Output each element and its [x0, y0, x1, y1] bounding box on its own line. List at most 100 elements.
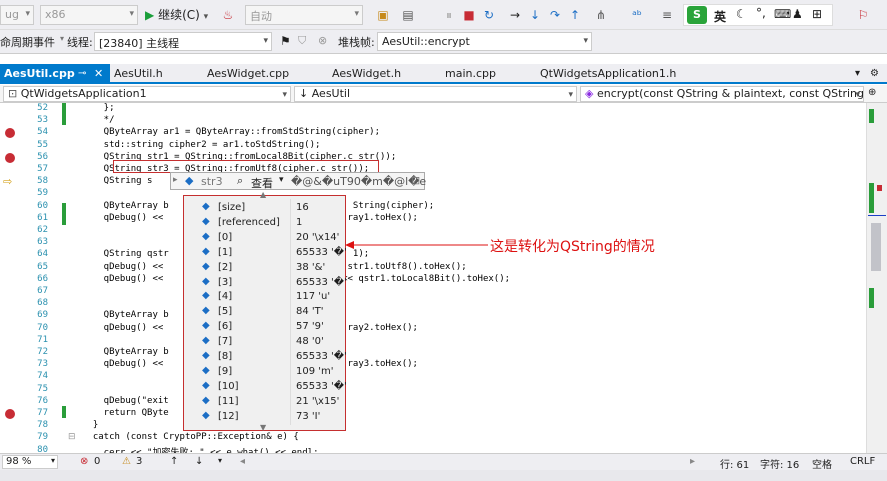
- scroll-down-icon[interactable]: ▼: [260, 423, 266, 432]
- auto-combo[interactable]: 自动 ▾: [245, 5, 363, 25]
- window-icon[interactable]: ▤: [400, 6, 416, 24]
- stack-frame-combo[interactable]: AesUtil::encrypt ▾: [377, 32, 592, 51]
- breakpoint-icon[interactable]: [5, 409, 15, 419]
- thread-combo[interactable]: [23840] 主线程 ▾: [94, 32, 272, 51]
- moon-icon[interactable]: ☾: [736, 7, 747, 21]
- hex-icon[interactable]: ⋔: [594, 6, 608, 24]
- lifecycle-label[interactable]: 命周期事件: [0, 34, 55, 50]
- editor-status-bar: 98 % ▾ ⊗ 0 ⚠ 3 ↑ ↓ ▾ ◂ ▸ 行: 61 字符: 16 空格 …: [0, 453, 887, 471]
- search-icon[interactable]: ⌕: [237, 174, 243, 188]
- feedback-icon[interactable]: ⚐: [855, 6, 871, 24]
- scope-combo[interactable]: ↓ AesUtil ▾: [294, 86, 577, 102]
- thread-label: 线程:: [67, 36, 93, 49]
- warning-icon[interactable]: ⚠: [122, 456, 131, 467]
- scroll-thumb[interactable]: [871, 223, 881, 271]
- tab-qtwidgetsapplication1-h[interactable]: QtWidgetsApplication1.h: [540, 64, 676, 84]
- fold-icon[interactable]: ⊟: [68, 432, 76, 442]
- folder-icon[interactable]: ▣: [375, 6, 391, 24]
- code-line[interactable]: */: [82, 115, 115, 125]
- settings-icon[interactable]: ⚙: [870, 64, 879, 84]
- comment-icon[interactable]: ≡: [660, 6, 674, 24]
- scroll-marker: [869, 288, 874, 308]
- pin-icon[interactable]: ⊸: [78, 64, 86, 83]
- step-into-icon[interactable]: ↓: [528, 6, 542, 24]
- tab-aeswidget-h[interactable]: AesWidget.h: [332, 64, 401, 84]
- restart-icon[interactable]: ↻: [482, 6, 496, 24]
- user-icon[interactable]: ♟: [792, 7, 803, 21]
- play-icon: ▶: [145, 8, 155, 22]
- field-icon: ◆: [202, 305, 210, 317]
- chevron-down-icon: ▾: [282, 90, 287, 100]
- code-line[interactable]: qDebug("exit: [82, 396, 169, 406]
- tab-aesutil-cpp[interactable]: AesUtil.cpp ⊸ ✕: [0, 64, 110, 84]
- chevron-down-icon[interactable]: ▾: [60, 34, 64, 43]
- platform-combo[interactable]: x86 ▾: [40, 5, 138, 25]
- scroll-left-icon[interactable]: ◂: [240, 456, 245, 467]
- code-line[interactable]: cerr << "加密失败: " << e.what() << endl;: [82, 445, 319, 453]
- tab-aesutil-h[interactable]: AesUtil.h: [114, 64, 163, 84]
- tab-aeswidget-cpp[interactable]: AesWidget.cpp: [207, 64, 289, 84]
- code-line[interactable]: return QByte: [82, 408, 169, 418]
- config-combo[interactable]: ug ▾: [0, 5, 34, 25]
- code-line[interactable]: QByteArray b: [82, 310, 169, 320]
- punctuation-icon[interactable]: °,: [756, 6, 766, 20]
- step-over-icon[interactable]: ↷: [548, 6, 562, 24]
- datatip-row-value: 65533 '�': [296, 351, 347, 362]
- field-icon: ◆: [202, 409, 210, 421]
- continue-button[interactable]: ▶ 继续(C) ▾: [145, 6, 225, 24]
- split-icon[interactable]: ⊕: [868, 87, 876, 98]
- pin-icon[interactable]: ⊡: [411, 174, 420, 187]
- scroll-up-icon[interactable]: ▲: [260, 190, 266, 199]
- breakpoint-icon[interactable]: [5, 152, 15, 163]
- code-line[interactable]: };: [82, 103, 115, 113]
- zoom-combo[interactable]: 98 % ▾: [2, 455, 58, 469]
- abc-icon[interactable]: ᵃᵇ: [630, 6, 644, 24]
- tab-main-cpp[interactable]: main.cpp: [445, 64, 496, 84]
- expand-icon[interactable]: ▸: [173, 175, 178, 185]
- whitespace-mode[interactable]: 空格: [812, 456, 832, 471]
- datatip-row-name: [referenced]: [218, 216, 280, 228]
- member-combo[interactable]: ◈ encrypt(const QString & plaintext, con…: [580, 86, 864, 102]
- code-line[interactable]: }: [82, 420, 98, 430]
- close-icon[interactable]: ✕: [94, 64, 103, 83]
- stop-icon[interactable]: ■: [462, 6, 476, 24]
- step-out-icon[interactable]: ↑: [568, 6, 582, 24]
- line-number: 61: [37, 212, 48, 223]
- thread-toggle-icon[interactable]: ⊗: [318, 34, 327, 47]
- line-number: 66: [37, 273, 48, 284]
- ime-logo[interactable]: S: [687, 6, 707, 24]
- chevron-down-icon[interactable]: ▾: [279, 175, 284, 185]
- grid-icon[interactable]: ⊞: [812, 7, 822, 21]
- continue-label: 继续(C): [158, 8, 200, 22]
- project-combo[interactable]: ⊡ QtWidgetsApplication1 ▾: [3, 86, 291, 102]
- view-button[interactable]: 查看: [251, 175, 273, 191]
- pause-icon[interactable]: ⏸: [442, 6, 456, 24]
- vertical-scrollbar[interactable]: [866, 103, 887, 453]
- chevron-down-icon[interactable]: ▾: [218, 456, 222, 465]
- datatip-row-value: 48 '0': [296, 336, 324, 348]
- show-next-icon[interactable]: →: [508, 6, 522, 24]
- error-icon[interactable]: ⊗: [80, 456, 88, 467]
- tab-list-icon[interactable]: ▾: [855, 64, 860, 84]
- chevron-down-icon: ▾: [129, 9, 134, 19]
- scroll-right-icon[interactable]: ▸: [690, 456, 695, 467]
- ime-lang[interactable]: 英: [714, 8, 726, 25]
- flag-icon[interactable]: ⚑: [280, 34, 291, 48]
- line-ending[interactable]: CRLF: [850, 456, 875, 467]
- next-issue-icon[interactable]: ↓: [195, 456, 203, 467]
- code-line[interactable]: std::string cipher2 = ar1.toStdString();: [82, 140, 321, 150]
- keyboard-icon[interactable]: ⌨: [774, 7, 791, 21]
- breakpoint-icon[interactable]: [5, 128, 15, 139]
- code-line[interactable]: QByteArray ar1 = QByteArray::fromStdStri…: [82, 127, 380, 137]
- prev-issue-icon[interactable]: ↑: [170, 456, 178, 467]
- field-icon: ◆: [202, 215, 210, 227]
- line-number: 69: [37, 310, 48, 321]
- code-line[interactable]: QByteArray b: [82, 347, 169, 357]
- config-value: ug: [5, 8, 19, 21]
- fire-icon[interactable]: ♨: [216, 6, 240, 24]
- filter-icon[interactable]: ⛉: [298, 34, 306, 48]
- field-icon: ◆: [202, 275, 210, 287]
- code-line[interactable]: QString s: [82, 176, 153, 186]
- code-editor[interactable]: 52 }; 53 */ 54 QByteArray ar1 = QByteArray…: [0, 103, 866, 453]
- code-line[interactable]: catch (const CryptoPP::Exception& e) {: [82, 432, 299, 442]
